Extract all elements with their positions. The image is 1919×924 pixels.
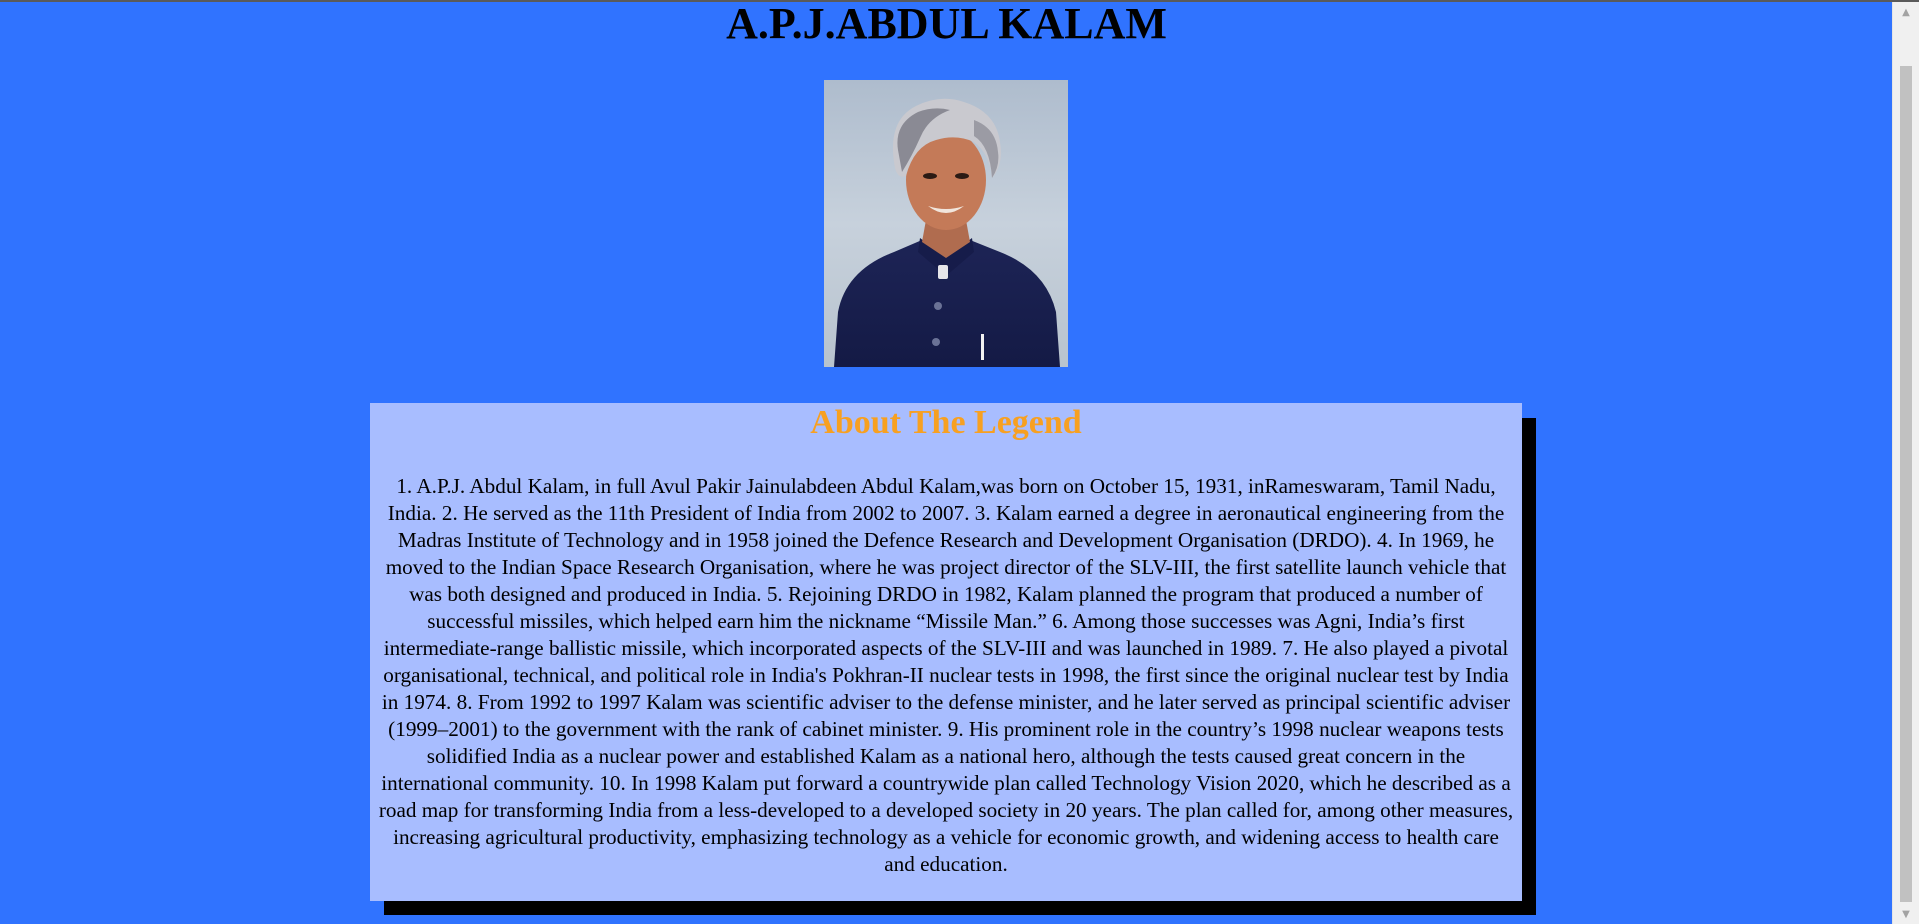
- portrait-illustration: [824, 80, 1068, 367]
- portrait-image: [824, 80, 1068, 367]
- vertical-scrollbar[interactable]: ▲ ▼: [1892, 2, 1919, 924]
- chevron-down-icon[interactable]: ▼: [1893, 904, 1919, 924]
- chevron-up-icon[interactable]: ▲: [1893, 2, 1919, 22]
- about-text: 1. A.P.J. Abdul Kalam, in full Avul Paki…: [378, 474, 1514, 876]
- page-title: A.P.J.ABDUL KALAM: [726, 0, 1167, 48]
- about-heading: About The Legend: [810, 404, 1082, 441]
- about-section: About The Legend 1. A.P.J. Abdul Kalam, …: [370, 403, 1522, 901]
- scrollbar-thumb[interactable]: [1900, 66, 1912, 902]
- page: A.P.J.ABDUL KALAM About The Legend 1. A.…: [0, 0, 1893, 924]
